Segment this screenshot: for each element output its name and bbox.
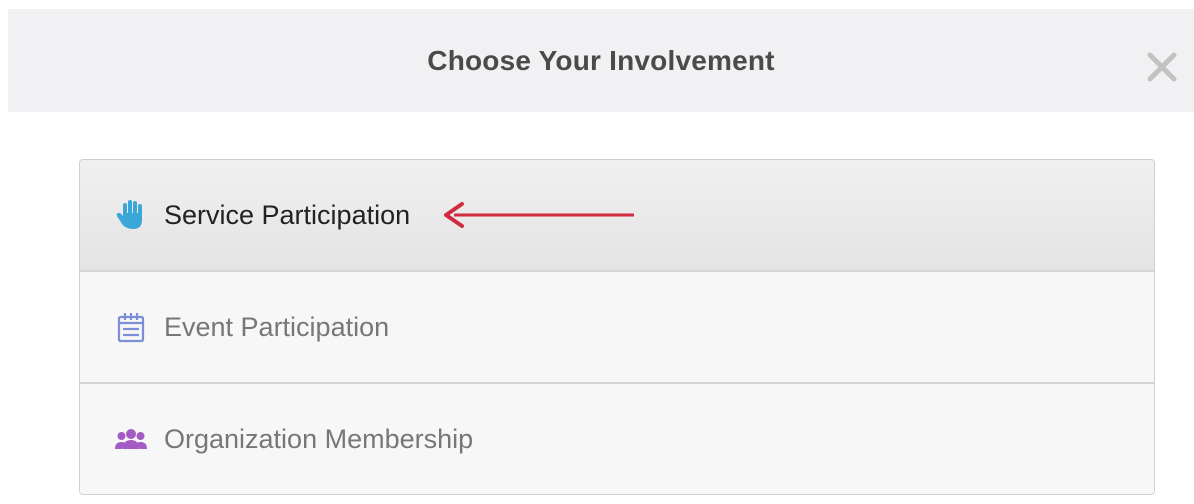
hand-icon — [116, 200, 142, 229]
calendar-icon — [117, 313, 145, 343]
modal-title: Choose Your Involvement — [427, 45, 775, 76]
option-label: Organization Membership — [164, 424, 474, 454]
close-icon — [1147, 52, 1177, 82]
close-button[interactable] — [1144, 49, 1180, 85]
arrow-left-icon — [444, 202, 634, 228]
group-icon — [115, 429, 147, 449]
option-label: Service Participation — [164, 200, 411, 230]
modal-header: Choose Your Involvement — [8, 9, 1194, 112]
option-label: Event Participation — [164, 312, 390, 342]
option-organization-membership[interactable]: Organization Membership — [80, 384, 1154, 494]
option-event-participation[interactable]: Event Participation — [80, 272, 1154, 382]
